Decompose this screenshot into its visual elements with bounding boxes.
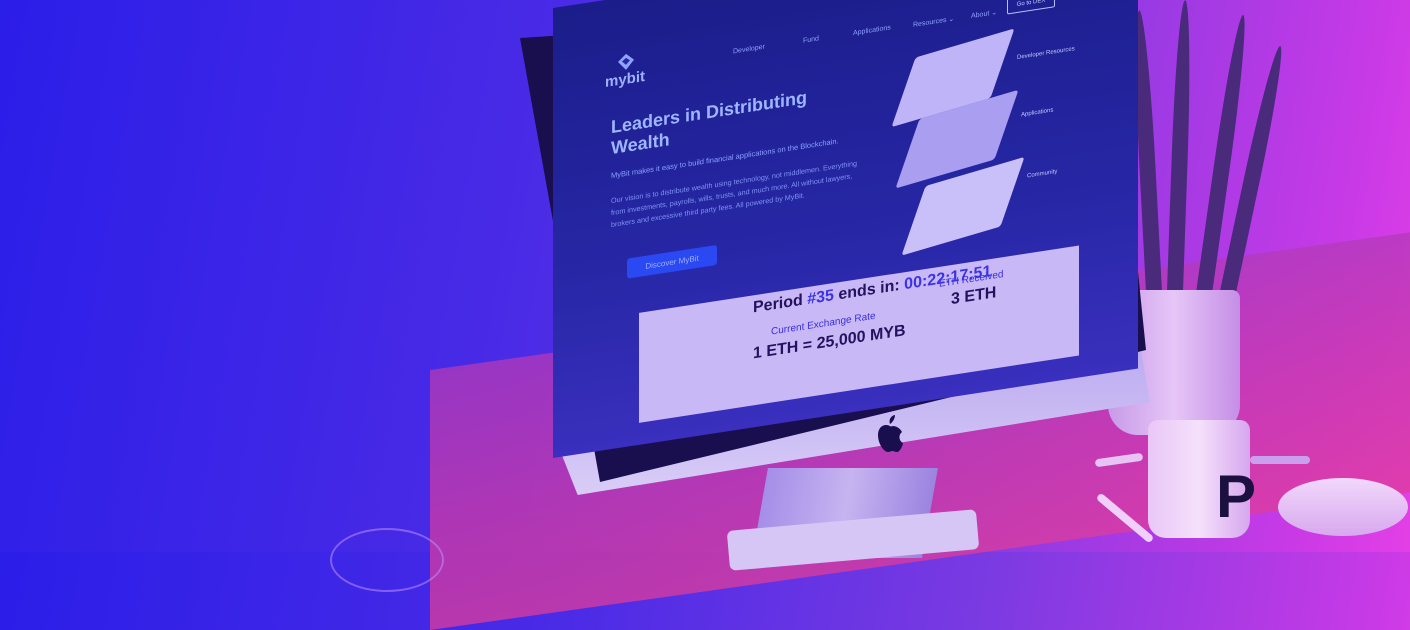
mouse [1278,478,1408,536]
mybit-logo-text[interactable]: mybit [605,68,645,91]
discover-mybit-button[interactable]: Discover MyBit [627,244,717,279]
diagram-label-applications: Applications [1021,107,1054,119]
nav-about[interactable]: About ⌄ [971,8,997,20]
nav-developer[interactable]: Developer [733,44,765,56]
nav-resources[interactable]: Resources ⌄ [913,15,954,29]
period-number: #35 [807,287,834,309]
mug-letter: P [1216,463,1257,530]
desk-scene: mybit Developer Fund Applications Resour… [0,0,1410,630]
diagram-label-developer: Developer Resources [1017,46,1075,61]
pen [1250,456,1310,464]
diagram-label-community: Community [1027,168,1058,180]
nav-fund[interactable]: Fund [803,35,819,44]
nav-applications[interactable]: Applications [853,24,891,37]
apple-logo-icon [878,415,903,452]
